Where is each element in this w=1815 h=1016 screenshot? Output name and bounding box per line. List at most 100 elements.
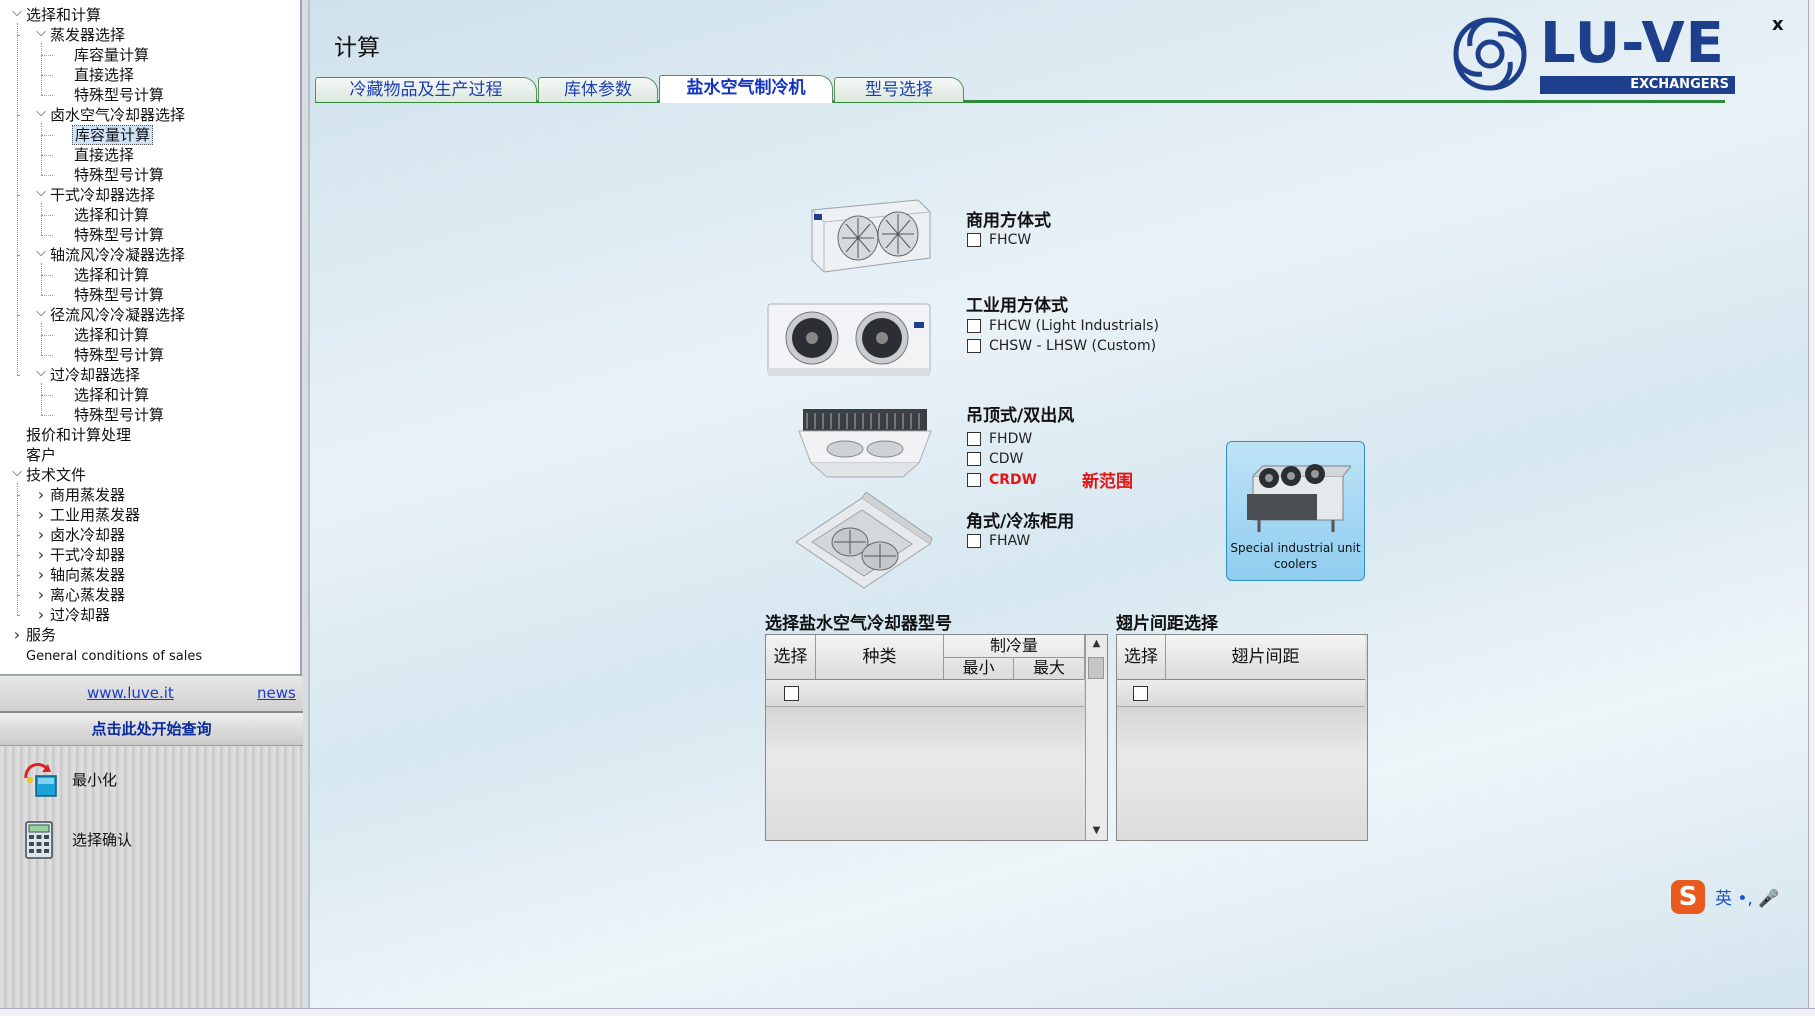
fin-row-checkbox[interactable] [1133, 686, 1148, 701]
tree-item[interactable]: 特殊型号计算 [72, 405, 166, 425]
tree-item[interactable]: 过冷却器 [48, 605, 112, 625]
tree-item[interactable]: 径流风冷冷凝器选择 [48, 305, 187, 325]
tree-item[interactable]: 特殊型号计算 [72, 85, 166, 105]
model-header-type: 种类 [816, 635, 944, 679]
scroll-down-icon[interactable]: ▼ [1086, 822, 1107, 840]
tree-item[interactable]: 报价和计算处理 [24, 425, 133, 445]
model-header-max: 最大 [1014, 657, 1085, 679]
tree-connector [41, 335, 53, 336]
chevron-down-icon[interactable]: ⌵ [10, 5, 24, 25]
model-grid-scrollbar[interactable]: ▲ ▼ [1085, 635, 1107, 840]
checkbox-fhaw[interactable] [967, 534, 981, 548]
tree-connector [41, 215, 53, 216]
sogou-ime-icon[interactable]: S [1671, 880, 1705, 914]
tree-item[interactable]: 选择和计算 [72, 325, 151, 345]
tree-item[interactable]: 库容量计算 [72, 45, 151, 65]
checkbox-fhdw[interactable] [967, 432, 981, 446]
minimize-action[interactable]: 最小化 [22, 760, 162, 800]
tree-connector [41, 235, 53, 236]
fin-grid-row[interactable] [1117, 680, 1365, 707]
tab-model-select[interactable]: 型号选择 [834, 77, 964, 102]
tree-item[interactable]: 卤水冷却器 [48, 525, 127, 545]
close-button[interactable]: x [1772, 14, 1784, 35]
tree-item[interactable]: 选择和计算 [72, 265, 151, 285]
tab-room-params[interactable]: 库体参数 [538, 77, 658, 102]
chevron-down-icon[interactable]: ⌵ [10, 465, 24, 485]
start-query-button[interactable]: 点击此处开始查询 [0, 711, 303, 747]
confirm-selection-action[interactable]: 选择确认 [22, 820, 162, 860]
tree-item[interactable]: 技术文件 [24, 465, 88, 485]
tree-item[interactable]: 干式冷却器选择 [48, 185, 157, 205]
special-industrial-button[interactable]: Special industrial unit coolers [1226, 441, 1365, 581]
chevron-right-icon[interactable]: › [34, 605, 48, 625]
left-panel: ⌵ 选择和计算 ⌵ 蒸发器选择 库容量计算 直接选择 特殊型号计算 ⌵ 卤水空气冷却器选择 库容量… [0, 0, 303, 1009]
chevron-down-icon[interactable]: ⌵ [34, 245, 48, 265]
ime-toolbar[interactable]: S 英 •, 🎤 [1671, 878, 1815, 918]
tree-item[interactable]: 客户 [24, 445, 58, 465]
checkbox-crdw[interactable] [967, 473, 981, 487]
option-chsw-lhsw-custom[interactable]: CHSW - LHSW (Custom) [967, 337, 1167, 355]
tree-item[interactable]: 选择和计算 [72, 205, 151, 225]
tree-item-label: 过冷却器 [50, 606, 111, 624]
tree-connector [41, 95, 53, 96]
tree-item[interactable]: 直接选择 [72, 65, 136, 85]
tree-item[interactable]: 直接选择 [72, 145, 136, 165]
tree-item[interactable]: 服务 [24, 625, 58, 645]
tree-item-label: 特殊型号计算 [74, 166, 165, 184]
checkbox-fhcw-light-industrials[interactable] [967, 319, 981, 333]
tab-brine-cooler[interactable]: 盐水空气制冷机 [659, 75, 833, 103]
tree-item[interactable]: 工业用蒸发器 [48, 505, 142, 525]
calculator-icon [25, 821, 53, 859]
tree-item[interactable]: 特殊型号计算 [72, 345, 166, 365]
tree-item-label: 特殊型号计算 [74, 406, 165, 424]
tree-item[interactable]: 轴流风冷冷凝器选择 [48, 245, 187, 265]
scroll-thumb[interactable] [1088, 657, 1104, 679]
tree-item[interactable]: 蒸发器选择 [48, 25, 127, 45]
option-fhcw-commercial[interactable]: FHCW [967, 231, 1047, 249]
tree-item[interactable]: 选择和计算 [24, 5, 103, 25]
chevron-down-icon[interactable]: ⌵ [34, 305, 48, 325]
checkbox-cdw[interactable] [967, 452, 981, 466]
chevron-right-icon[interactable]: › [34, 565, 48, 585]
tree-item[interactable]: 干式冷却器 [48, 545, 127, 565]
chevron-right-icon[interactable]: › [34, 545, 48, 565]
actions-panel: 最小化 选择确认 [0, 745, 303, 1009]
chevron-right-icon[interactable]: › [34, 525, 48, 545]
tab-stored-goods[interactable]: 冷藏物品及生产过程 [315, 77, 537, 102]
tree-item[interactable]: 轴向蒸发器 [48, 565, 127, 585]
option-fhaw[interactable]: FHAW [967, 532, 1047, 550]
tree-item-label: 特殊型号计算 [74, 346, 165, 364]
tree-item[interactable]: 特殊型号计算 [72, 225, 166, 245]
scroll-up-icon[interactable]: ▲ [1086, 635, 1107, 653]
tree-item[interactable]: General conditions of sales [24, 645, 204, 665]
chevron-down-icon[interactable]: ⌵ [34, 25, 48, 45]
luve-website-link[interactable]: www.luve.it [87, 684, 174, 702]
ime-status-text[interactable]: 英 •, 🎤 [1715, 884, 1779, 909]
tree-item[interactable]: 特殊型号计算 [72, 165, 166, 185]
model-row-checkbox[interactable] [784, 686, 799, 701]
tree-item[interactable]: 过冷却器选择 [48, 365, 142, 385]
chevron-down-icon[interactable]: ⌵ [34, 365, 48, 385]
news-link[interactable]: news [257, 684, 296, 702]
tree-item-selected[interactable]: 库容量计算 [72, 125, 154, 145]
tree-item[interactable]: 卤水空气冷却器选择 [48, 105, 187, 125]
checkbox-fhcw-commercial[interactable] [967, 233, 981, 247]
tree-item[interactable]: 特殊型号计算 [72, 285, 166, 305]
option-fhcw-light-industrials[interactable]: FHCW (Light Industrials) [967, 317, 1167, 335]
tree-item[interactable]: 商用蒸发器 [48, 485, 127, 505]
tree-item[interactable]: 选择和计算 [72, 385, 151, 405]
checkbox-chsw-lhsw-custom[interactable] [967, 339, 981, 353]
option-cdw[interactable]: CDW [967, 450, 1047, 468]
chevron-down-icon[interactable]: ⌵ [34, 105, 48, 125]
chevron-right-icon[interactable]: › [34, 585, 48, 605]
option-crdw[interactable]: CRDW [967, 471, 1047, 489]
option-fhdw[interactable]: FHDW [967, 430, 1047, 448]
industrial-cubic-unit-image [767, 303, 931, 376]
chevron-right-icon[interactable]: › [34, 505, 48, 525]
chevron-down-icon[interactable]: ⌵ [34, 185, 48, 205]
chevron-right-icon[interactable]: › [10, 625, 24, 645]
model-grid-row[interactable] [766, 680, 1084, 707]
tree-item[interactable]: 离心蒸发器 [48, 585, 127, 605]
chevron-right-icon[interactable]: › [34, 485, 48, 505]
tree-connector [41, 295, 53, 296]
